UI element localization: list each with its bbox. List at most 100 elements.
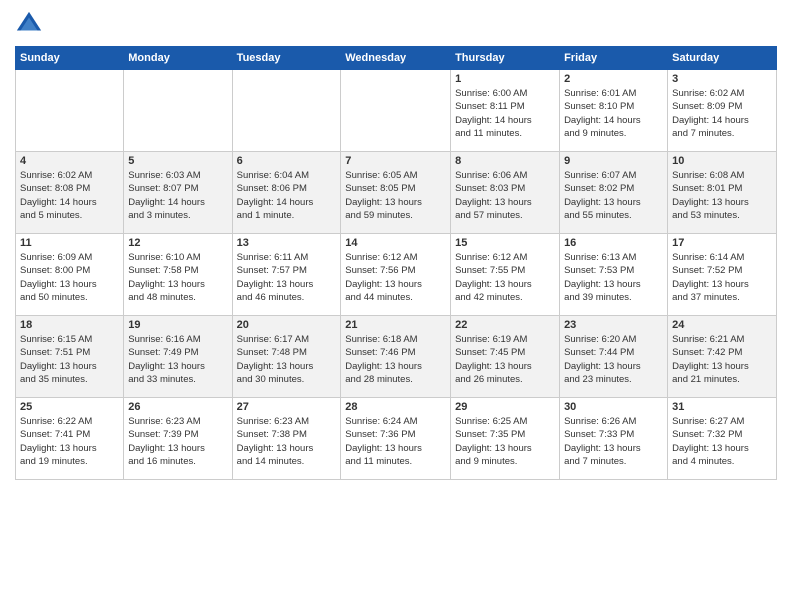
day-number: 27 [237,401,337,413]
calendar-cell: 1 Sunrise: 6:00 AM Sunset: 8:11 PM Daylig… [451,70,560,152]
cell-content: Sunrise: 6:20 AM Sunset: 7:44 PM Dayligh… [564,333,663,386]
day-number: 30 [564,401,663,413]
cell-content: Sunrise: 6:23 AM Sunset: 7:38 PM Dayligh… [237,415,337,468]
calendar-cell: 19Sunrise: 6:16 AM Sunset: 7:49 PM Dayli… [124,316,232,398]
calendar-week-row: 1 Sunrise: 6:00 AM Sunset: 8:11 PM Daylig… [16,70,777,152]
day-number: 24 [672,319,772,331]
column-header-tuesday: Tuesday [232,47,341,70]
day-number: 25 [20,401,119,413]
column-header-sunday: Sunday [16,47,124,70]
calendar-cell: 31Sunrise: 6:27 AM Sunset: 7:32 PM Dayli… [668,398,777,480]
calendar-cell: 15Sunrise: 6:12 AM Sunset: 7:55 PM Dayli… [451,234,560,316]
cell-content: Sunrise: 6:11 AM Sunset: 7:57 PM Dayligh… [237,251,337,304]
column-header-monday: Monday [124,47,232,70]
day-number: 8 [455,155,555,167]
day-number: 7 [345,155,446,167]
calendar-cell: 22Sunrise: 6:19 AM Sunset: 7:45 PM Dayli… [451,316,560,398]
calendar-cell: 28Sunrise: 6:24 AM Sunset: 7:36 PM Dayli… [341,398,451,480]
calendar-cell: 23 Sunrise: 6:20 AM Sunset: 7:44 PM Dayli… [560,316,668,398]
cell-content: Sunrise: 6:14 AM Sunset: 7:52 PM Dayligh… [672,251,772,304]
day-number: 17 [672,237,772,249]
day-number: 6 [237,155,337,167]
cell-content: Sunrise: 6:02 AM Sunset: 8:08 PM Dayligh… [20,169,119,222]
cell-content: Sunrise: 6:25 AM Sunset: 7:35 PM Dayligh… [455,415,555,468]
cell-content: Sunrise: 6:17 AM Sunset: 7:48 PM Dayligh… [237,333,337,386]
calendar-table: SundayMondayTuesdayWednesdayThursdayFrid… [15,46,777,480]
cell-content: Sunrise: 6:01 AM Sunset: 8:10 PM Dayligh… [564,87,663,140]
day-number: 12 [128,237,227,249]
day-number: 14 [345,237,446,249]
calendar-cell: 12 Sunrise: 6:10 AM Sunset: 7:58 PM Dayli… [124,234,232,316]
cell-content: Sunrise: 6:21 AM Sunset: 7:42 PM Dayligh… [672,333,772,386]
calendar-week-row: 18Sunrise: 6:15 AM Sunset: 7:51 PM Dayli… [16,316,777,398]
calendar-cell: 14 Sunrise: 6:12 AM Sunset: 7:56 PM Dayli… [341,234,451,316]
calendar-cell: 7Sunrise: 6:05 AM Sunset: 8:05 PM Daylig… [341,152,451,234]
calendar-cell: 5 Sunrise: 6:03 AM Sunset: 8:07 PM Daylig… [124,152,232,234]
calendar-cell: 10 Sunrise: 6:08 AM Sunset: 8:01 PM Dayli… [668,152,777,234]
calendar-cell: 25 Sunrise: 6:22 AM Sunset: 7:41 PM Dayli… [16,398,124,480]
calendar-cell [232,70,341,152]
calendar-cell: 13 Sunrise: 6:11 AM Sunset: 7:57 PM Dayli… [232,234,341,316]
calendar-cell: 29 Sunrise: 6:25 AM Sunset: 7:35 PM Dayli… [451,398,560,480]
day-number: 16 [564,237,663,249]
calendar-cell: 6 Sunrise: 6:04 AM Sunset: 8:06 PM Daylig… [232,152,341,234]
day-number: 4 [20,155,119,167]
day-number: 9 [564,155,663,167]
calendar-week-row: 25 Sunrise: 6:22 AM Sunset: 7:41 PM Dayli… [16,398,777,480]
day-number: 20 [237,319,337,331]
cell-content: Sunrise: 6:03 AM Sunset: 8:07 PM Dayligh… [128,169,227,222]
calendar-cell: 21 Sunrise: 6:18 AM Sunset: 7:46 PM Dayli… [341,316,451,398]
cell-content: Sunrise: 6:26 AM Sunset: 7:33 PM Dayligh… [564,415,663,468]
day-number: 29 [455,401,555,413]
day-number: 22 [455,319,555,331]
calendar-cell: 9 Sunrise: 6:07 AM Sunset: 8:02 PM Daylig… [560,152,668,234]
cell-content: Sunrise: 6:07 AM Sunset: 8:02 PM Dayligh… [564,169,663,222]
day-number: 28 [345,401,446,413]
calendar-cell: 20 Sunrise: 6:17 AM Sunset: 7:48 PM Dayli… [232,316,341,398]
cell-content: Sunrise: 6:18 AM Sunset: 7:46 PM Dayligh… [345,333,446,386]
calendar-cell: 11 Sunrise: 6:09 AM Sunset: 8:00 PM Dayli… [16,234,124,316]
day-number: 10 [672,155,772,167]
cell-content: Sunrise: 6:02 AM Sunset: 8:09 PM Dayligh… [672,87,772,140]
cell-content: Sunrise: 6:15 AM Sunset: 7:51 PM Dayligh… [20,333,119,386]
logo-icon [15,10,43,38]
cell-content: Sunrise: 6:16 AM Sunset: 7:49 PM Dayligh… [128,333,227,386]
calendar-cell: 2Sunrise: 6:01 AM Sunset: 8:10 PM Daylig… [560,70,668,152]
cell-content: Sunrise: 6:23 AM Sunset: 7:39 PM Dayligh… [128,415,227,468]
cell-content: Sunrise: 6:12 AM Sunset: 7:55 PM Dayligh… [455,251,555,304]
calendar-cell: 16Sunrise: 6:13 AM Sunset: 7:53 PM Dayli… [560,234,668,316]
cell-content: Sunrise: 6:06 AM Sunset: 8:03 PM Dayligh… [455,169,555,222]
calendar-cell [124,70,232,152]
calendar-cell [16,70,124,152]
column-header-thursday: Thursday [451,47,560,70]
calendar-cell: 26 Sunrise: 6:23 AM Sunset: 7:39 PM Dayli… [124,398,232,480]
cell-content: Sunrise: 6:08 AM Sunset: 8:01 PM Dayligh… [672,169,772,222]
day-number: 21 [345,319,446,331]
day-number: 31 [672,401,772,413]
cell-content: Sunrise: 6:12 AM Sunset: 7:56 PM Dayligh… [345,251,446,304]
calendar-cell: 4 Sunrise: 6:02 AM Sunset: 8:08 PM Daylig… [16,152,124,234]
column-header-wednesday: Wednesday [341,47,451,70]
calendar-cell: 3Sunrise: 6:02 AM Sunset: 8:09 PM Daylig… [668,70,777,152]
cell-content: Sunrise: 6:22 AM Sunset: 7:41 PM Dayligh… [20,415,119,468]
cell-content: Sunrise: 6:00 AM Sunset: 8:11 PM Dayligh… [455,87,555,140]
day-number: 11 [20,237,119,249]
calendar-cell [341,70,451,152]
calendar-cell: 18Sunrise: 6:15 AM Sunset: 7:51 PM Dayli… [16,316,124,398]
calendar-cell: 27 Sunrise: 6:23 AM Sunset: 7:38 PM Dayli… [232,398,341,480]
calendar-cell: 24 Sunrise: 6:21 AM Sunset: 7:42 PM Dayli… [668,316,777,398]
day-number: 1 [455,73,555,85]
calendar-cell: 8 Sunrise: 6:06 AM Sunset: 8:03 PM Daylig… [451,152,560,234]
page-container: SundayMondayTuesdayWednesdayThursdayFrid… [0,0,792,490]
cell-content: Sunrise: 6:04 AM Sunset: 8:06 PM Dayligh… [237,169,337,222]
day-number: 13 [237,237,337,249]
calendar-week-row: 11 Sunrise: 6:09 AM Sunset: 8:00 PM Dayli… [16,234,777,316]
column-header-friday: Friday [560,47,668,70]
day-number: 23 [564,319,663,331]
cell-content: Sunrise: 6:10 AM Sunset: 7:58 PM Dayligh… [128,251,227,304]
calendar-week-row: 4 Sunrise: 6:02 AM Sunset: 8:08 PM Daylig… [16,152,777,234]
calendar-header-row: SundayMondayTuesdayWednesdayThursdayFrid… [16,47,777,70]
day-number: 5 [128,155,227,167]
day-number: 26 [128,401,227,413]
cell-content: Sunrise: 6:09 AM Sunset: 8:00 PM Dayligh… [20,251,119,304]
